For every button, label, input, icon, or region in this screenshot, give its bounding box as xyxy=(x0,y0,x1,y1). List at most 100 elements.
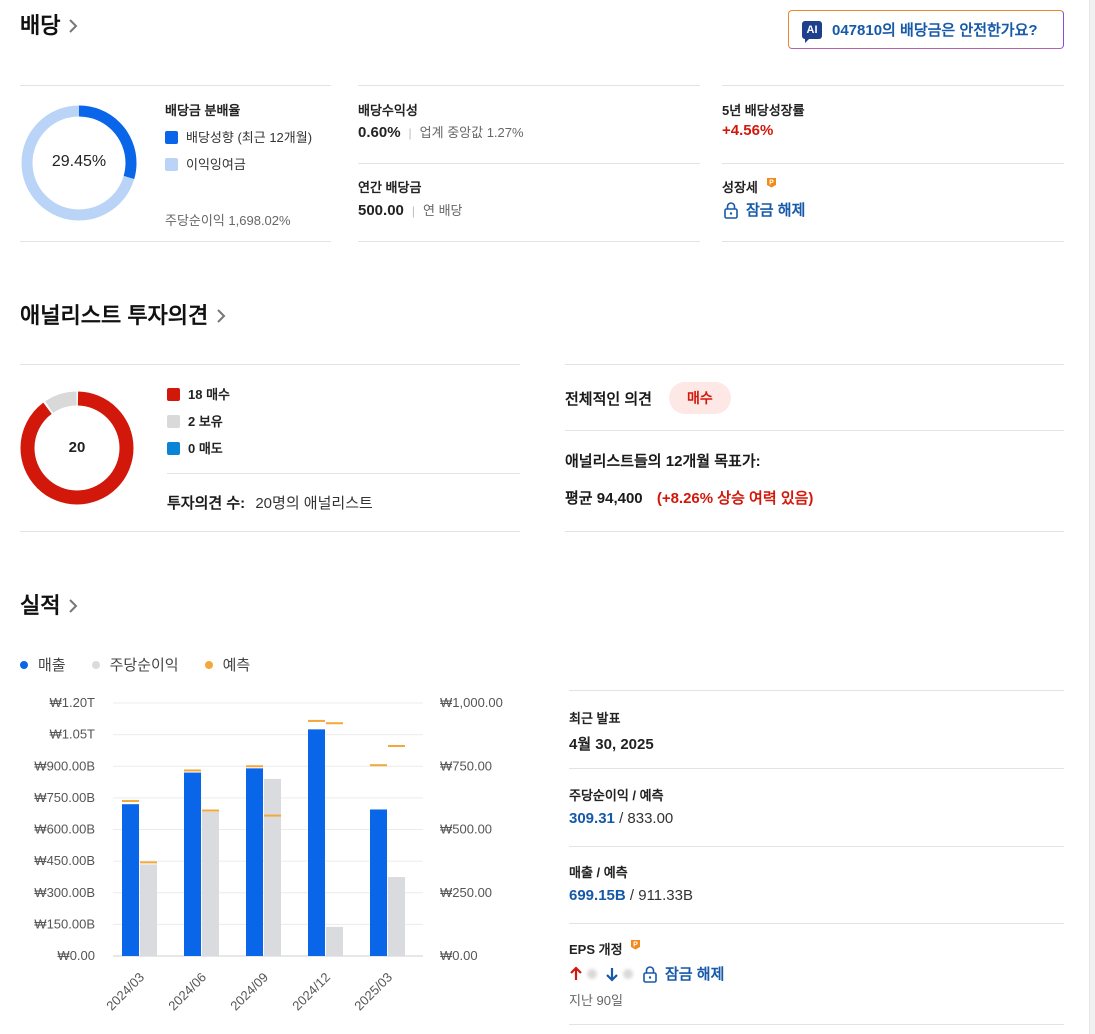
yield-sector-median: 업계 중앙값 1.27% xyxy=(419,125,524,140)
eps-revision-period: 지난 90일 xyxy=(569,993,623,1008)
eps-revision-label-text: EPS 개정 xyxy=(569,942,623,957)
divider xyxy=(20,531,520,532)
dividend-section-title[interactable]: 배당 xyxy=(20,8,80,40)
y-axis-left-tick: ₩900.00B xyxy=(34,758,95,773)
opinion-count-row: 투자의견 수: 20명의 애널리스트 xyxy=(167,492,373,513)
eps-actual: 309.31 xyxy=(569,810,615,827)
divider xyxy=(722,85,1064,86)
legend-swatch-hold xyxy=(167,415,180,428)
arrow-up-icon xyxy=(570,965,582,980)
ai-button-label: 047810의 배당금은 안전한가요? xyxy=(832,22,1038,39)
x-axis-tick-label: 2024/09 xyxy=(227,970,271,1014)
legend-forecast: 예측 xyxy=(204,654,250,675)
unlock-label: 잠금 해제 xyxy=(746,202,806,219)
growth-5y-label: 5년 배당성장률 xyxy=(722,103,805,118)
legend-sell-label: 0 매도 xyxy=(188,441,223,456)
arrow-down-icon xyxy=(606,967,618,982)
revenue-forecast-mark xyxy=(246,765,263,768)
divider xyxy=(722,163,1064,164)
revenue-forecast-mark xyxy=(370,764,387,767)
annual-dividend-value: 500.00 xyxy=(358,202,404,219)
annual-dividend-label: 연간 배당금 xyxy=(358,180,422,195)
eps-note: 주당순이익 1,698.02% xyxy=(165,213,291,228)
divider xyxy=(358,241,700,242)
x-axis-tick-label: 2024/06 xyxy=(165,970,209,1014)
x-axis-tick-label: 2024/03 xyxy=(103,970,147,1014)
y-axis-left-tick: ₩450.00B xyxy=(34,853,95,868)
y-axis-right-tick: ₩500.00 xyxy=(440,822,492,837)
svg-text:P: P xyxy=(633,942,638,949)
divider xyxy=(722,241,1064,242)
earnings-legend: 매출 주당순이익 예측 xyxy=(20,654,250,675)
divider xyxy=(569,690,1064,691)
eps-forecast-mark xyxy=(264,814,281,817)
eps-bar xyxy=(202,811,219,956)
analyst-section-title[interactable]: 애널리스트 투자의견 xyxy=(20,298,228,330)
x-axis-tick-label: 2025/03 xyxy=(351,970,395,1014)
growth-streak-unlock-button[interactable]: 잠금 해제 xyxy=(722,199,805,220)
divider xyxy=(20,241,331,242)
blurred-value xyxy=(587,968,597,979)
pro-badge-icon: P xyxy=(631,940,641,950)
analyst-title-text: 애널리스트 투자의견 xyxy=(20,303,209,328)
opinion-count-label: 투자의견 수: xyxy=(167,495,246,512)
legend-hold-label: 2 보유 xyxy=(188,414,223,429)
divider xyxy=(569,846,1064,847)
legend-swatch-buy xyxy=(167,388,180,401)
y-axis-left-tick: ₩150.00B xyxy=(34,916,95,931)
eps-bar xyxy=(388,877,405,956)
analyst-total: 20 xyxy=(68,439,86,456)
ai-dividend-safety-button[interactable]: AI 047810의 배당금은 안전한가요? xyxy=(788,10,1064,49)
divider xyxy=(565,364,1064,365)
lock-icon xyxy=(643,965,657,983)
target-price-upside: (+8.26% 상승 여력 있음) xyxy=(656,490,814,507)
ai-chat-icon: AI xyxy=(802,20,822,43)
payout-center-value: 29.45% xyxy=(51,153,107,170)
eps-revision-label: EPS 개정 P xyxy=(569,939,641,958)
revenue-forecast-row: 699.15B / 911.33B xyxy=(569,887,693,904)
pro-badge-icon: P xyxy=(766,178,776,188)
growth-5y-value: +4.56% xyxy=(722,122,774,139)
blurred-value xyxy=(623,968,633,979)
unlock-label: 잠금 해제 xyxy=(665,966,725,983)
legend-dot-eps xyxy=(91,661,100,669)
legend-buy-label: 18 매수 xyxy=(188,387,230,402)
earnings-section-title[interactable]: 실적 xyxy=(20,588,80,620)
eps-revision-unlock-button[interactable]: 잠금 해제 xyxy=(641,963,724,984)
divider xyxy=(569,768,1064,769)
y-axis-right-tick: ₩250.00 xyxy=(440,885,492,900)
growth-streak-label: 성장세 P xyxy=(722,177,777,196)
eps-forecast-mark xyxy=(202,809,219,812)
divider xyxy=(20,85,331,86)
eps-revision-row: 잠금 해제 xyxy=(569,963,724,984)
legend-eps: 주당순이익 xyxy=(91,654,179,675)
legend-dot-revenue xyxy=(20,661,28,669)
revenue-forecast-mark xyxy=(184,769,201,772)
divider xyxy=(358,85,700,86)
revenue-bar xyxy=(122,804,139,956)
payout-label: 배당금 분배율 xyxy=(165,103,241,118)
opinion-count-value: 20명의 애널리스트 xyxy=(255,495,373,512)
page-scrollbar[interactable] xyxy=(1089,0,1095,1034)
overall-opinion-value: 매수 xyxy=(669,382,731,414)
growth-streak-label-text: 성장세 xyxy=(722,180,758,195)
eps-bar xyxy=(264,778,281,956)
eps-forecast-label: 주당순이익 / 예측 xyxy=(569,788,664,803)
latest-report-date: 4월 30, 2025 xyxy=(569,736,654,753)
legend-swatch-retained xyxy=(165,158,178,171)
divider xyxy=(565,430,1064,431)
y-axis-left-tick: ₩1.20T xyxy=(49,695,95,710)
revenue-bar xyxy=(184,772,201,956)
chevron-right-icon xyxy=(66,15,80,33)
eps-bar xyxy=(326,926,343,956)
divider xyxy=(569,1024,1064,1025)
revenue-forecast: / 911.33B xyxy=(629,887,693,904)
eps-forecast-mark xyxy=(140,861,157,864)
separator: | xyxy=(408,126,412,140)
annual-dividend-frequency: 연 배당 xyxy=(423,203,463,218)
target-price-average: 평균 94,400 xyxy=(565,490,643,507)
revenue-bar xyxy=(370,809,387,956)
yield-value: 0.60% xyxy=(358,124,401,141)
yield-label: 배당수익성 xyxy=(358,103,418,118)
eps-forecast-mark xyxy=(326,722,343,725)
